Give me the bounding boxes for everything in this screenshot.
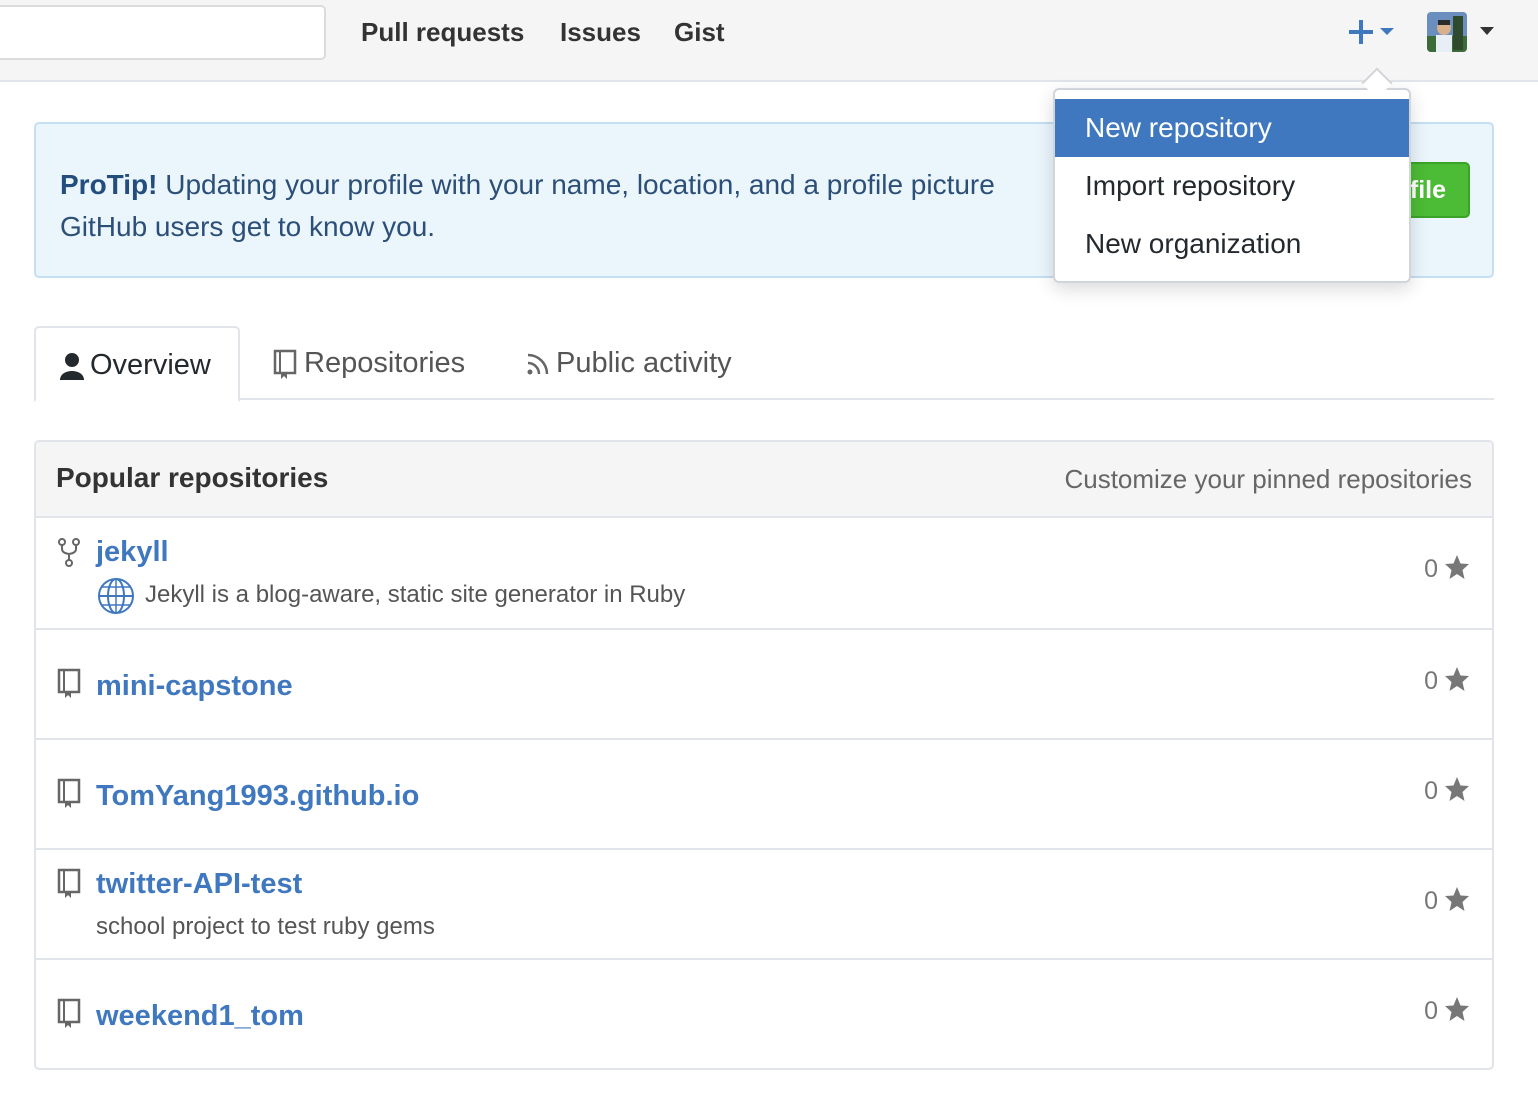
- nav-gist[interactable]: Gist: [674, 17, 725, 48]
- caret-down-icon: [1480, 27, 1494, 35]
- repo-row: TomYang1993.github.io 0: [36, 740, 1492, 850]
- create-new-dropdown: New repository Import repository New org…: [1053, 88, 1411, 283]
- repo-row: mini-capstone 0: [36, 630, 1492, 740]
- profile-tabs: Overview Repositories Public activity: [34, 326, 1494, 402]
- tab-repositories[interactable]: Repositories: [272, 326, 465, 400]
- star-icon: [1445, 777, 1469, 801]
- popular-repositories-panel: Popular repositories Customize your pinn…: [34, 440, 1494, 1070]
- star-count[interactable]: 0: [1424, 886, 1470, 916]
- star-icon: [1445, 555, 1469, 579]
- globe-icon: [98, 578, 134, 614]
- repo-icon: [273, 350, 297, 380]
- star-count[interactable]: 0: [1424, 554, 1470, 584]
- tab-overview[interactable]: Overview: [34, 326, 240, 402]
- star-icon: [1445, 997, 1469, 1021]
- repo-row: weekend1_tom 0: [36, 960, 1492, 1068]
- repo-description: school project to test ruby gems: [96, 913, 435, 940]
- repo-row: twitter-API-test school project to test …: [36, 850, 1492, 960]
- star-icon: [1445, 667, 1469, 691]
- top-header: Pull requests Issues Gist: [0, 0, 1538, 82]
- repo-icon: [57, 668, 81, 698]
- star-count[interactable]: 0: [1424, 776, 1470, 806]
- tab-repositories-label: Repositories: [304, 347, 466, 379]
- protip-message-line2: GitHub users get to know you.: [60, 211, 436, 242]
- tab-overview-label: Overview: [90, 349, 211, 381]
- repo-link-weekend1-tom[interactable]: weekend1_tom: [96, 1000, 304, 1033]
- create-new-button[interactable]: [1346, 14, 1400, 50]
- repo-link-mini-capstone[interactable]: mini-capstone: [96, 670, 293, 703]
- plus-icon: [1349, 20, 1394, 44]
- repo-icon: [57, 778, 81, 808]
- protip-text: ProTip! Updating your profile with your …: [60, 164, 1060, 248]
- menu-item-new-organization[interactable]: New organization: [1055, 215, 1409, 273]
- rss-icon: [527, 354, 549, 375]
- repo-icon: [57, 868, 81, 898]
- user-menu-button[interactable]: [1427, 12, 1499, 52]
- repo-link-tomyang1993-github-io[interactable]: TomYang1993.github.io: [96, 780, 419, 813]
- panel-header: Popular repositories Customize your pinn…: [36, 442, 1492, 518]
- protip-message-line1: Updating your profile with your name, lo…: [157, 169, 995, 200]
- menu-item-import-repository[interactable]: Import repository: [1055, 157, 1409, 215]
- tab-public-activity-label: Public activity: [556, 347, 732, 379]
- repo-icon: [57, 998, 81, 1028]
- fork-icon: [58, 538, 80, 567]
- repo-description: Jekyll is a blog-aware, static site gene…: [145, 581, 686, 608]
- nav-pull-requests[interactable]: Pull requests: [361, 17, 524, 48]
- nav-issues[interactable]: Issues: [560, 17, 641, 48]
- tab-public-activity[interactable]: Public activity: [526, 326, 732, 400]
- customize-pinned-link[interactable]: Customize your pinned repositories: [1064, 464, 1472, 495]
- panel-title: Popular repositories: [56, 462, 329, 493]
- menu-item-new-repository[interactable]: New repository: [1055, 99, 1409, 157]
- avatar: [1427, 12, 1467, 52]
- protip-label: ProTip!: [60, 169, 158, 200]
- edit-profile-button[interactable]: file: [1402, 162, 1470, 218]
- star-icon: [1445, 887, 1469, 911]
- search-input[interactable]: [0, 5, 326, 60]
- repo-link-twitter-api-test[interactable]: twitter-API-test: [96, 868, 302, 901]
- repo-row: jekyll Jekyll is a blog-aware, static si…: [36, 518, 1492, 630]
- person-icon: [60, 353, 84, 381]
- star-count[interactable]: 0: [1424, 666, 1470, 696]
- repo-link-jekyll[interactable]: jekyll: [96, 536, 169, 569]
- star-count[interactable]: 0: [1424, 996, 1470, 1026]
- caret-down-icon: [1380, 28, 1394, 35]
